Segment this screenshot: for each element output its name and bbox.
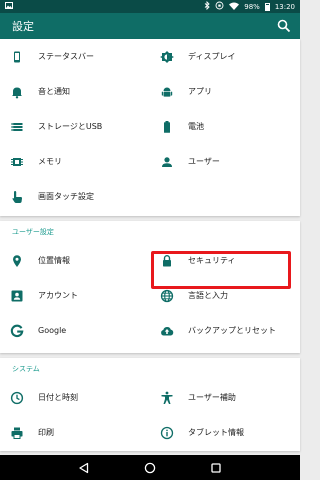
setting-language-input[interactable]: 言語と入力 [150,278,300,313]
setting-date-time[interactable]: 日付と時刻 [0,380,150,415]
setting-label: タブレット情報 [188,428,244,437]
bell-icon [10,85,24,99]
setting-apps[interactable]: アプリ [150,74,300,109]
setting-security[interactable]: セキュリティ [150,243,300,278]
section-header: システム [12,365,40,373]
battery-icon [160,120,174,134]
setting-label: セキュリティ [188,256,236,265]
recents-icon[interactable] [209,461,223,475]
setting-accessibility[interactable]: ユーザー補助 [150,380,300,415]
image-icon [5,2,13,11]
globe-icon [160,289,174,303]
clock-icon [10,391,24,405]
memory-icon [10,155,24,169]
person-icon [160,155,174,169]
setting-label: 画面タッチ設定 [38,192,94,201]
bluetooth-icon [204,0,210,12]
wifi-icon [229,2,240,12]
setting-label: アプリ [188,87,212,96]
touch-icon [10,190,24,204]
settings-card-user: ユーザー設定 位置情報 セキュリティ アカウント 言語と入力 Google バッ… [0,221,300,353]
setting-label: 日付と時刻 [38,393,78,402]
setting-backup-reset[interactable]: バックアップとリセット [150,313,300,348]
setting-label: 位置情報 [38,256,70,265]
setting-label: ディスプレイ [188,52,236,61]
battery-percent: 98% [244,2,260,11]
battery-icon [264,2,270,11]
setting-label: 印刷 [38,428,54,437]
brightness-icon [160,50,174,64]
setting-label: ステータスバー [38,52,94,61]
android-icon [160,85,174,99]
setting-sound-notification[interactable]: 音と通知 [0,74,150,109]
page-title: 設定 [12,20,34,33]
cloud-upload-icon [160,324,174,338]
setting-account[interactable]: アカウント [0,278,150,313]
account-icon [10,289,24,303]
home-icon[interactable] [143,461,157,475]
setting-label: メモリ [38,157,62,166]
setting-battery[interactable]: 電池 [150,109,300,144]
setting-storage-usb[interactable]: ストレージとUSB [0,109,150,144]
setting-tablet-info[interactable]: タブレット情報 [150,415,300,450]
section-header: ユーザー設定 [12,228,54,236]
setting-label: ユーザー [188,157,220,166]
setting-memory[interactable]: メモリ [0,144,150,179]
status-bar: 98% 13:20 [0,0,300,13]
phone-icon [10,50,24,64]
printer-icon [10,426,24,440]
setting-label: 電池 [188,122,204,131]
setting-touch[interactable]: 画面タッチ設定 [0,179,150,214]
rotate-lock-icon [215,1,224,12]
setting-label: バックアップとリセット [188,326,276,335]
settings-card-system: システム 日付と時刻 ユーザー補助 印刷 タブレット情報 [0,358,300,451]
search-icon[interactable] [276,18,292,34]
setting-users[interactable]: ユーザー [150,144,300,179]
setting-label: ストレージとUSB [38,122,103,131]
setting-status-bar[interactable]: ステータスバー [0,39,150,74]
setting-location[interactable]: 位置情報 [0,243,150,278]
accessibility-icon [160,391,174,405]
setting-label: 言語と入力 [188,291,228,300]
setting-label: Google [38,326,67,335]
setting-label: ユーザー補助 [188,393,236,402]
location-icon [10,254,24,268]
clock-time: 13:20 [274,2,295,11]
settings-card-device: ステータスバー ディスプレイ 音と通知 アプリ ストレージとUSB 電池 メモリ… [0,39,300,216]
storage-icon [10,120,24,134]
google-icon [10,324,24,338]
setting-google[interactable]: Google [0,313,150,348]
setting-display[interactable]: ディスプレイ [150,39,300,74]
back-icon[interactable] [77,461,91,475]
setting-label: 音と通知 [38,87,70,96]
info-icon [160,426,174,440]
setting-label: アカウント [38,291,78,300]
setting-printing[interactable]: 印刷 [0,415,150,450]
navigation-bar [0,455,300,480]
app-bar: 設定 [0,13,300,39]
lock-icon [160,254,174,268]
